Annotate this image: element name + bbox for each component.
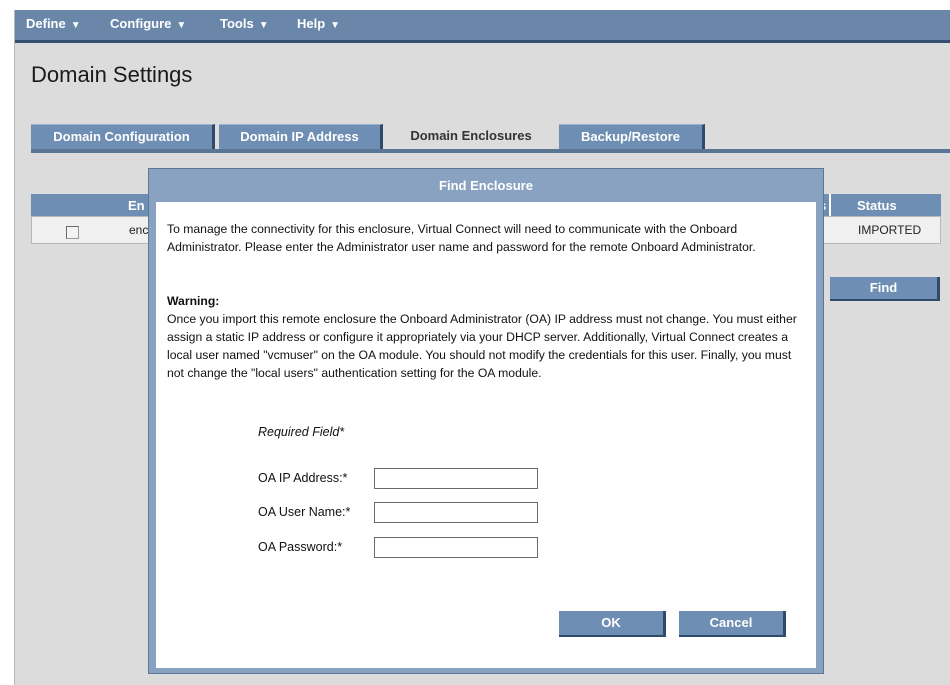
oa-password-label: OA Password:* xyxy=(258,540,343,554)
tab-strip-underline xyxy=(31,149,950,153)
menu-help[interactable]: Help ▼ xyxy=(297,10,340,40)
chevron-down-icon: ▼ xyxy=(176,20,187,31)
oa-password-field[interactable] xyxy=(374,537,538,558)
dialog-intro-text: To manage the connectivity for this encl… xyxy=(167,222,756,254)
menu-configure-label: Configure xyxy=(110,16,172,31)
app-window: Define ▼ Configure ▼ Tools ▼ Help ▼ Domain S… xyxy=(0,0,950,685)
chevron-down-icon: ▼ xyxy=(70,20,81,31)
menu-define-label: Define xyxy=(26,16,66,31)
row-select-checkbox[interactable] xyxy=(66,226,79,239)
oa-ip-address-field[interactable] xyxy=(374,468,538,489)
menu-tools-label: Tools xyxy=(220,16,254,31)
menu-define[interactable]: Define ▼ xyxy=(26,10,81,40)
tab-domain-ip-address[interactable]: Domain IP Address xyxy=(219,124,383,149)
tab-domain-configuration[interactable]: Domain Configuration xyxy=(31,124,215,149)
chevron-down-icon: ▼ xyxy=(330,20,341,31)
find-enclosure-dialog: Find Enclosure To manage the connectivit… xyxy=(148,168,824,674)
warning-text: Once you import this remote enclosure th… xyxy=(167,312,797,380)
oa-ip-address-label: OA IP Address:* xyxy=(258,471,348,485)
oa-user-name-label: OA User Name:* xyxy=(258,505,351,519)
warning-heading: Warning: xyxy=(167,294,220,308)
menu-configure[interactable]: Configure ▼ xyxy=(110,10,186,40)
row-status: IMPORTED xyxy=(858,223,922,237)
oa-user-name-field[interactable] xyxy=(374,502,538,523)
tab-backup-restore[interactable]: Backup/Restore xyxy=(559,124,705,149)
cancel-button[interactable]: Cancel xyxy=(679,611,786,637)
row-enclosure-name: enc xyxy=(129,223,149,237)
find-button[interactable]: Find xyxy=(830,277,940,301)
column-divider xyxy=(829,194,831,216)
required-field-note: Required Field* xyxy=(258,425,345,439)
page-title: Domain Settings xyxy=(31,62,193,87)
menu-tools[interactable]: Tools ▼ xyxy=(220,10,269,40)
dialog-title: Find Enclosure xyxy=(439,178,533,193)
chevron-down-icon: ▼ xyxy=(258,20,269,31)
dialog-body: To manage the connectivity for this encl… xyxy=(156,202,816,668)
column-header-status: Status xyxy=(857,198,897,213)
menu-help-label: Help xyxy=(297,16,326,31)
column-header-enclosure: En xyxy=(128,198,145,213)
menu-bar: Define ▼ Configure ▼ Tools ▼ Help ▼ xyxy=(15,10,950,43)
ok-button[interactable]: OK xyxy=(559,611,666,637)
